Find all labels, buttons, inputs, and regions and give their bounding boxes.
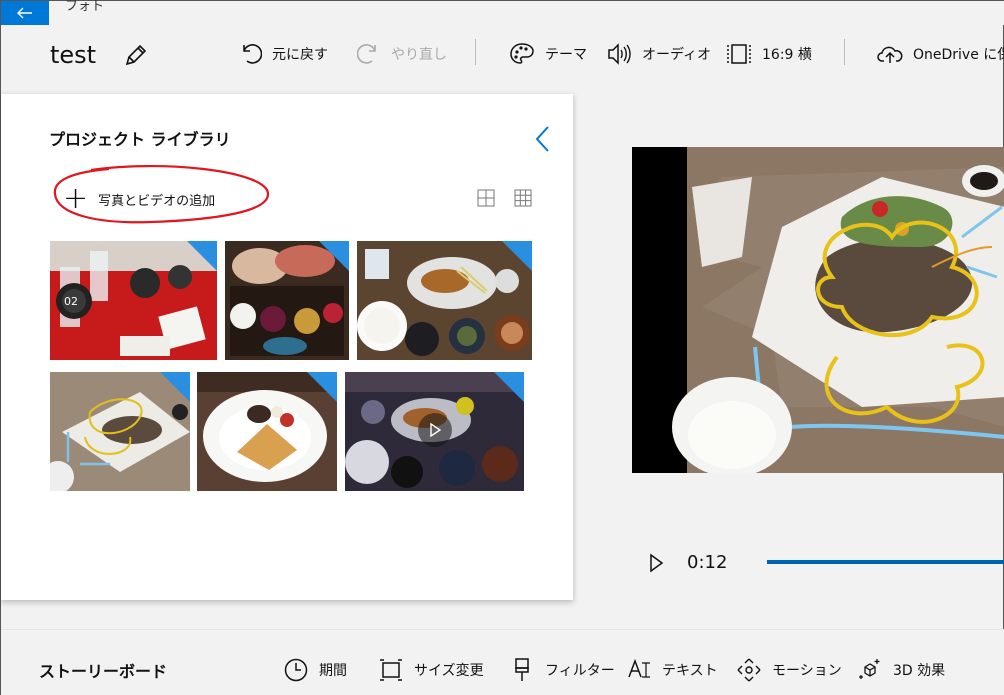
sparkle-3d-icon <box>859 659 880 679</box>
resize-icon <box>380 659 402 681</box>
aspect-ratio-label: 16:9 横 <box>762 47 812 63</box>
media-thumbnail[interactable] <box>357 241 532 360</box>
filter-label: フィルター <box>545 663 615 679</box>
text-button[interactable]: テキスト <box>626 655 718 685</box>
in-use-badge <box>502 241 532 271</box>
resize-button[interactable]: サイズ変更 <box>378 655 484 685</box>
palette-icon <box>510 43 534 64</box>
duration-label: 期間 <box>319 663 347 679</box>
chevron-left-icon <box>535 126 549 152</box>
audio-label: オーディオ <box>642 47 712 63</box>
resize-label: サイズ変更 <box>414 663 484 679</box>
filter-button[interactable]: フィルター <box>511 655 615 685</box>
text-label: テキスト <box>662 663 718 679</box>
plus-icon: + <box>63 181 89 216</box>
redo-label: やり直し <box>391 47 447 63</box>
undo-button[interactable]: 元に戻す <box>238 39 328 69</box>
in-use-badge <box>160 372 190 402</box>
project-title: test <box>50 41 97 69</box>
aspect-ratio-button[interactable]: 16:9 横 <box>726 39 812 69</box>
library-title: プロジェクト ライブラリ <box>49 130 231 149</box>
storyboard-title: ストーリーボード <box>39 662 168 681</box>
svg-text:02: 02 <box>64 295 78 308</box>
theme-label: テーマ <box>545 47 587 63</box>
motion-label: モーション <box>772 663 842 679</box>
3d-effects-button[interactable]: 3D 効果 <box>857 655 945 685</box>
clock-icon <box>284 658 308 682</box>
toolbar-divider <box>844 39 845 65</box>
play-icon <box>430 422 442 438</box>
in-use-badge <box>187 241 217 271</box>
onedrive-label: OneDrive に保 <box>913 47 1004 63</box>
toolbar-divider <box>475 39 476 65</box>
cloud-upload-icon <box>877 46 903 63</box>
small-grid-view-button[interactable] <box>513 188 533 208</box>
brush-icon <box>515 658 529 681</box>
speaker-icon <box>608 43 631 65</box>
onedrive-save-button[interactable]: OneDrive に保 <box>877 39 1004 69</box>
in-use-badge <box>307 372 337 402</box>
aspect-ratio-icon <box>727 44 751 64</box>
play-icon <box>650 553 664 573</box>
motion-button[interactable]: モーション <box>736 655 842 685</box>
pencil-icon[interactable] <box>123 42 149 68</box>
video-play-overlay <box>418 413 452 447</box>
media-thumbnail[interactable] <box>225 241 349 360</box>
add-photos-videos-label: 写真とビデオの追加 <box>98 193 216 209</box>
redo-icon <box>357 44 376 64</box>
app-title: フォト <box>65 0 105 14</box>
media-thumbnail[interactable]: 02 <box>50 241 217 360</box>
title-bar: フォト <box>1 0 1004 25</box>
add-photos-videos-button[interactable]: + 写真とビデオの追加 <box>63 184 215 214</box>
large-grid-icon <box>477 189 495 207</box>
back-arrow-icon <box>17 7 32 19</box>
small-grid-icon <box>514 189 532 207</box>
large-grid-view-button[interactable] <box>476 188 496 208</box>
redo-button[interactable]: やり直し <box>357 39 447 69</box>
back-button[interactable] <box>1 1 49 25</box>
collapse-library-button[interactable] <box>531 124 555 154</box>
media-thumbnail[interactable] <box>50 372 190 491</box>
media-thumbnail[interactable] <box>345 372 524 491</box>
motion-icon <box>737 658 761 682</box>
project-library-panel: プロジェクト ライブラリ + 写真とビデオの追加 02 <box>1 94 573 600</box>
audio-button[interactable]: オーディオ <box>606 39 711 69</box>
storyboard-bar: ストーリーボード 期間 サイズ変更 フィルター テキスト モーション 3D 効果 <box>1 629 1004 695</box>
toolbar: test 元に戻す やり直し テーマ オーディオ 16:9 横 OneDrive… <box>1 25 1004 89</box>
media-thumbnail[interactable] <box>197 372 337 491</box>
playback-progress-bar[interactable] <box>767 560 1004 564</box>
text-icon <box>628 658 650 678</box>
theme-button[interactable]: テーマ <box>509 39 587 69</box>
undo-label: 元に戻す <box>272 47 328 63</box>
play-button[interactable] <box>647 549 667 577</box>
video-preview[interactable] <box>632 147 1004 473</box>
in-use-badge <box>319 241 349 271</box>
duration-button[interactable]: 期間 <box>283 655 347 685</box>
3d-effects-label: 3D 効果 <box>893 663 946 679</box>
undo-icon <box>243 44 262 64</box>
playback-time: 0:12 <box>687 552 728 573</box>
in-use-badge <box>494 372 524 402</box>
preview-image <box>632 147 1004 473</box>
